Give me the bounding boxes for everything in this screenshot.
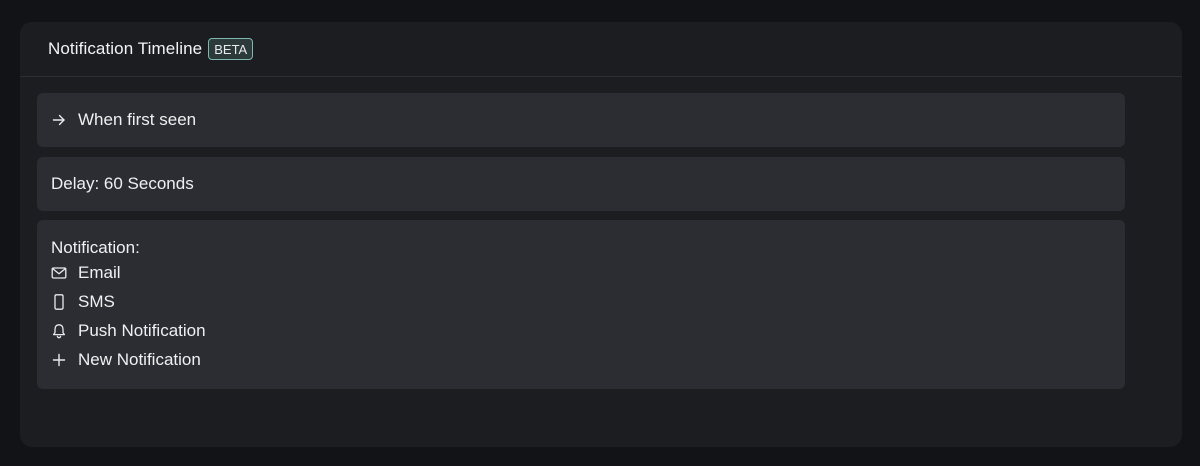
- envelope-icon: [51, 265, 67, 281]
- card-header: Notification Timeline BETA: [20, 22, 1182, 77]
- notification-step: Notification: Email SMS Push Notificatio…: [37, 220, 1125, 389]
- delay-step[interactable]: Delay: 60 Seconds: [37, 157, 1125, 211]
- arrow-right-icon: [51, 112, 67, 128]
- plus-icon: [51, 352, 67, 368]
- trigger-step[interactable]: When first seen: [37, 93, 1125, 147]
- new-notification-button[interactable]: New Notification: [51, 345, 1125, 374]
- channel-sms[interactable]: SMS: [51, 287, 1125, 316]
- card-title: Notification Timeline: [48, 39, 203, 58]
- channel-label: Push Notification: [78, 320, 206, 340]
- trigger-label: When first seen: [78, 110, 197, 129]
- channel-push[interactable]: Push Notification: [51, 316, 1125, 345]
- bell-icon: [51, 323, 67, 339]
- notification-heading: Notification:: [51, 238, 140, 257]
- channel-email[interactable]: Email: [51, 258, 1125, 287]
- beta-badge: BETA: [208, 38, 254, 60]
- new-notification-label: New Notification: [78, 349, 201, 369]
- channel-label: SMS: [78, 291, 115, 311]
- delay-label: Delay: 60 Seconds: [51, 174, 194, 193]
- mobile-phone-icon: [51, 293, 67, 310]
- channel-label: Email: [78, 262, 121, 282]
